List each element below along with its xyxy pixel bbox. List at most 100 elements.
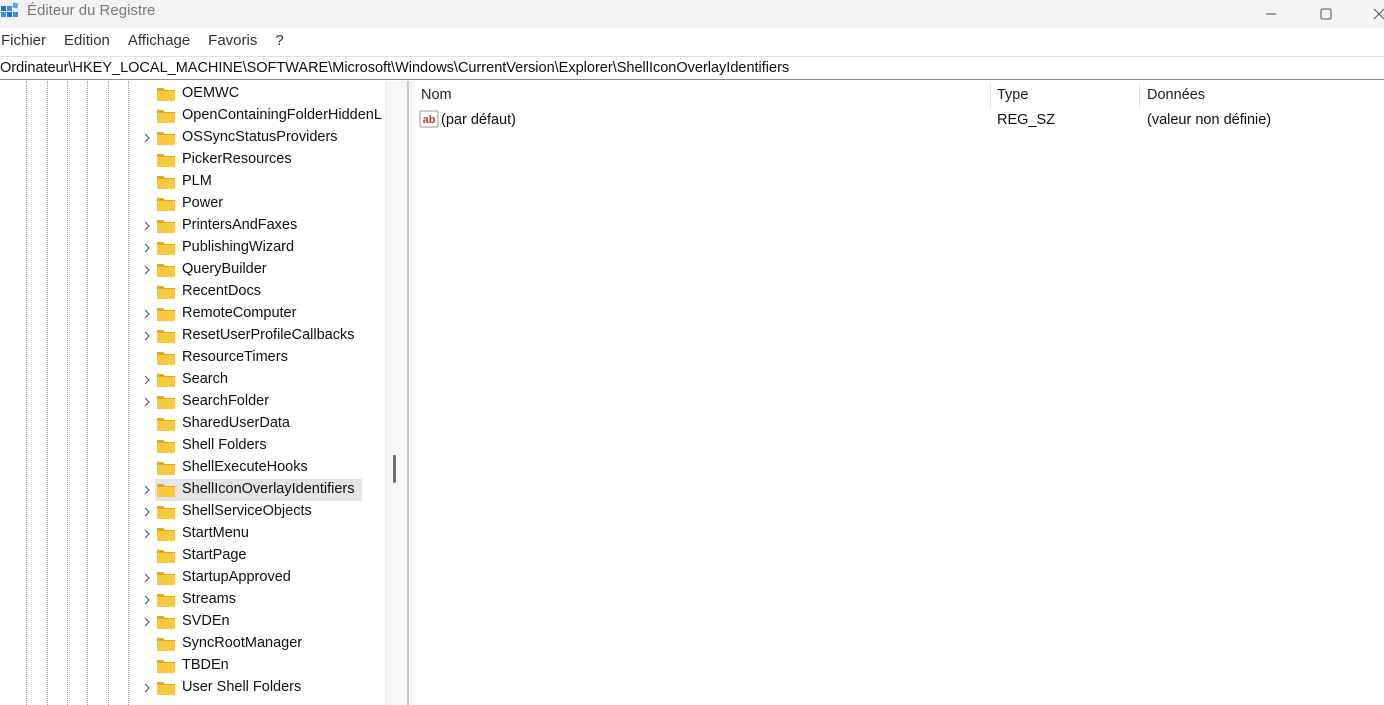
close-icon [1373, 8, 1384, 20]
window-title: Éditeur du Registre [27, 2, 156, 19]
folder-icon [157, 660, 175, 673]
tree-item-label: ResourceTimers [182, 349, 288, 365]
menu-edition[interactable]: Edition [55, 28, 119, 54]
tree-item[interactable]: ShellExecuteHooks [0, 457, 386, 479]
tree-item-label: StartupApproved [182, 569, 291, 585]
tree-item-label: QueryBuilder [182, 261, 267, 277]
folder-icon [157, 440, 175, 453]
column-header-type[interactable]: Type [997, 81, 1028, 109]
tree-item-label: User Shell Folders [182, 679, 302, 695]
tree-item[interactable]: SearchFolder [0, 391, 386, 413]
folder-icon [157, 242, 175, 255]
folder-icon [157, 154, 175, 167]
column-header-name[interactable]: Nom [421, 81, 452, 109]
tree-item-label: OEMWC [182, 85, 240, 101]
tree-item-label: PrintersAndFaxes [182, 217, 298, 233]
tree-item-label: SearchFolder [182, 393, 270, 409]
column-separator[interactable] [990, 83, 991, 109]
tree-item[interactable]: SharedUserData [0, 413, 386, 435]
chevron-right-icon[interactable] [141, 374, 153, 386]
close-button[interactable] [1356, 0, 1384, 28]
chevron-right-icon[interactable] [141, 484, 153, 496]
tree-item-label: Shell Folders [182, 437, 267, 453]
tree-item[interactable]: StartupApproved [0, 567, 386, 589]
tree-item[interactable]: ResourceTimers [0, 347, 386, 369]
tree-item[interactable]: SVDEn [0, 611, 386, 633]
tree-item[interactable]: ResetUserProfileCallbacks [0, 325, 386, 347]
tree-item[interactable]: StartPage [0, 545, 386, 567]
chevron-right-icon[interactable] [141, 682, 153, 694]
tree-item[interactable]: Streams [0, 589, 386, 611]
folder-icon [157, 528, 175, 541]
tree-item[interactable]: OSSyncStatusProviders [0, 127, 386, 149]
value-row[interactable]: ab (par défaut) REG_SZ (valeur non défin… [414, 109, 1384, 131]
tree-item[interactable]: SyncRootManager [0, 633, 386, 655]
chevron-right-icon[interactable] [141, 242, 153, 254]
tree-item-label: RecentDocs [182, 283, 261, 299]
tree-item[interactable]: RemoteComputer [0, 303, 386, 325]
folder-icon [157, 418, 175, 431]
chevron-right-icon[interactable] [141, 220, 153, 232]
tree-item-label: Search [182, 371, 228, 387]
chevron-right-icon[interactable] [141, 330, 153, 342]
tree-item[interactable]: StartMenu [0, 523, 386, 545]
column-header-data[interactable]: Données [1147, 81, 1205, 109]
chevron-right-icon[interactable] [141, 528, 153, 540]
tree-item-label: TBDEn [182, 657, 229, 673]
folder-icon [157, 572, 175, 585]
tree-scrollbar-thumb[interactable] [393, 455, 396, 483]
value-type: REG_SZ [997, 112, 1056, 128]
tree-item[interactable]: Shell Folders [0, 435, 386, 457]
tree-item[interactable]: PLM [0, 171, 386, 193]
tree-item[interactable]: QueryBuilder [0, 259, 386, 281]
chevron-right-icon[interactable] [141, 396, 153, 408]
chevron-right-icon[interactable] [141, 506, 153, 518]
values-list-pane[interactable]: Nom Type Données ab (par défaut) REG_SZ … [414, 81, 1384, 705]
column-separator[interactable] [1139, 83, 1140, 109]
chevron-right-icon[interactable] [141, 572, 153, 584]
tree-item[interactable]: OpenContainingFolderHiddenL [0, 105, 386, 127]
menu-fichier[interactable]: Fichier [0, 28, 55, 54]
value-data: (valeur non définie) [1147, 112, 1272, 128]
tree-item[interactable]: ShellServiceObjects [0, 501, 386, 523]
tree-item[interactable]: PrintersAndFaxes [0, 215, 386, 237]
folder-icon [157, 308, 175, 321]
tree-item[interactable]: ShellIconOverlayIdentifiers [0, 479, 386, 501]
chevron-right-icon[interactable] [141, 616, 153, 628]
tree-item-label: StartPage [182, 547, 247, 563]
tree-item-label: ShellIconOverlayIdentifiers [182, 481, 355, 497]
tree-item[interactable]: PublishingWizard [0, 237, 386, 259]
pane-splitter[interactable] [386, 81, 414, 705]
minimize-button[interactable] [1248, 0, 1294, 28]
folder-icon [157, 616, 175, 629]
folder-icon [157, 220, 175, 233]
maximize-button[interactable] [1303, 0, 1349, 28]
tree-item[interactable]: User Shell Folders [0, 677, 386, 699]
chevron-right-icon[interactable] [141, 132, 153, 144]
menu-help[interactable]: ? [266, 28, 292, 54]
menu-affichage[interactable]: Affichage [119, 28, 199, 54]
maximize-icon [1320, 8, 1332, 20]
tree-item[interactable]: PickerResources [0, 149, 386, 171]
chevron-right-icon[interactable] [141, 594, 153, 606]
folder-icon [157, 264, 175, 277]
tree-item[interactable]: OEMWC [0, 83, 386, 105]
menu-favoris[interactable]: Favoris [199, 28, 266, 54]
tree-item-label: PickerResources [182, 151, 292, 167]
value-name: (par défaut) [441, 112, 516, 128]
tree-item[interactable]: Power [0, 193, 386, 215]
tree-item-label: SharedUserData [182, 415, 290, 431]
chevron-right-icon[interactable] [141, 264, 153, 276]
key-tree-pane[interactable]: OEMWC OpenContainingFolderHiddenL OSSyncSt… [0, 81, 386, 705]
address-path[interactable]: Ordinateur\HKEY_LOCAL_MACHINE\SOFTWARE\M… [0, 60, 789, 76]
tree-item-label: PLM [182, 173, 212, 189]
tree-item[interactable]: RecentDocs [0, 281, 386, 303]
address-bar[interactable]: Ordinateur\HKEY_LOCAL_MACHINE\SOFTWARE\M… [0, 56, 1384, 80]
chevron-right-icon[interactable] [141, 308, 153, 320]
folder-icon [157, 484, 175, 497]
folder-icon [157, 88, 175, 101]
tree-item[interactable]: Search [0, 369, 386, 391]
folder-icon [157, 682, 175, 695]
folder-icon [157, 462, 175, 475]
tree-item[interactable]: TBDEn [0, 655, 386, 677]
